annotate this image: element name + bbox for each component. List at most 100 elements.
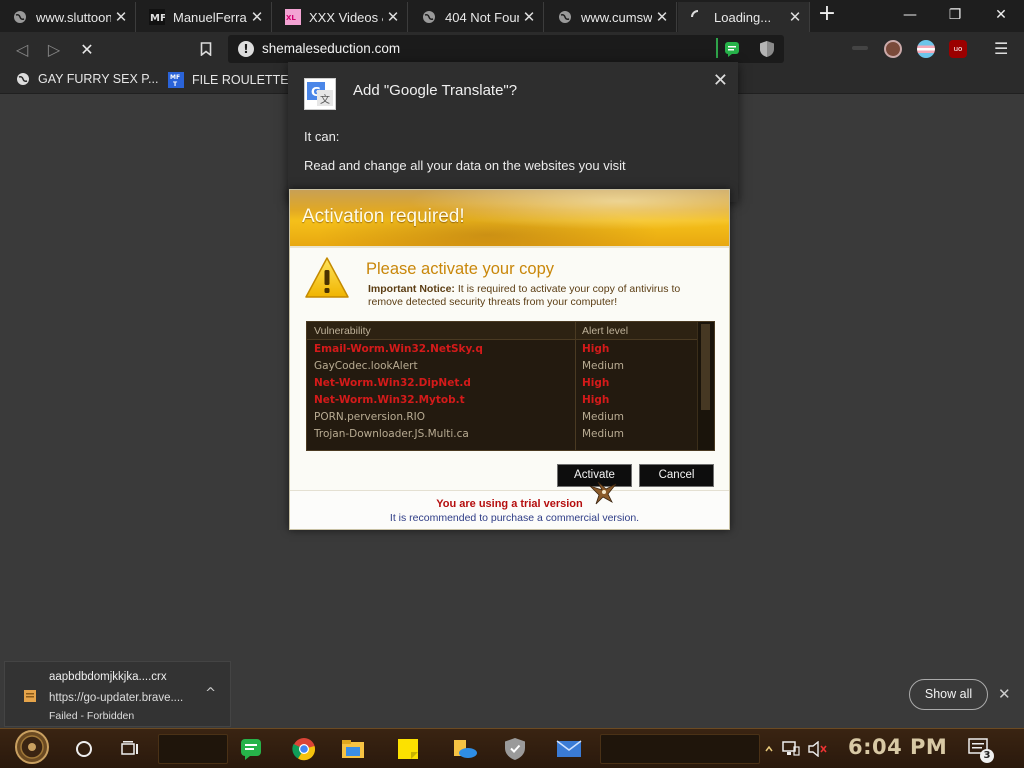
xlxx-favicon-icon: XL [285,9,301,25]
cancel-button[interactable]: Cancel [639,464,714,487]
onedrive-icon[interactable] [447,733,483,765]
bookmark-icon[interactable] [196,39,216,59]
restore-button[interactable]: ❐ [933,2,977,28]
tab-strip: www.sluttoons. ✕ MF ManuelFerrara ✕ XL X… [0,0,1024,32]
windows-security-icon[interactable] [497,733,533,765]
download-filename: aapbdbdomjkkjka....crx [49,671,167,683]
bookmark-label: GAY FURRY SEX P... [38,72,159,86]
ublock-icon[interactable]: uo [949,40,967,58]
download-item[interactable]: aapbdbdomjkkjka....crx https://go-update… [4,661,231,727]
new-tab-button[interactable]: + [816,3,838,26]
vulnerability-name: Trojan-Downloader.JS.Multi.ca [314,428,469,440]
permission-item: Read and change all your data on the web… [304,158,626,173]
loading-spinner-icon [690,9,706,25]
volume-muted-icon[interactable] [806,733,830,765]
forward-button[interactable]: ▷ [44,39,64,59]
close-download-shelf-button[interactable]: ✕ [998,685,1011,703]
tab-title: 404 Not Foun [445,9,519,25]
show-all-button[interactable]: Show all [909,679,988,710]
chat-app-icon[interactable] [233,733,269,765]
column-header-vulnerability: Vulnerability [314,325,371,337]
alert-level: Medium [582,360,624,372]
tab-title: ManuelFerrara [173,9,247,25]
download-status: Failed - Forbidden [49,710,135,722]
stop-button[interactable]: ✕ [77,39,97,59]
taskbar-clock[interactable]: 6:04 PM [848,735,947,759]
show-hidden-icons-icon[interactable] [762,733,776,765]
tab-title: www.sluttoons. [36,9,111,25]
chrome-icon[interactable] [286,733,322,765]
menu-icon[interactable]: ☰ [994,39,1008,59]
column-header-alert-level: Alert level [582,325,629,337]
shield-icon[interactable] [759,40,775,62]
taskbar-slot [600,734,760,764]
alert-level: High [582,377,610,389]
bookmark-file-roulette[interactable]: MF T FILE ROULETTE [168,72,289,88]
tab-2[interactable]: MF ManuelFerrara ✕ [137,2,272,32]
tab-4[interactable]: 404 Not Foun ✕ [409,2,544,32]
vulnerability-table: Vulnerability Alert level Email-Worm.Win… [306,321,715,451]
table-scrollbar[interactable] [697,322,714,450]
file-icon [23,688,37,702]
tab-title: XXX Videos & [309,9,383,25]
tab-close-button[interactable]: ✕ [247,8,267,26]
extension-icon[interactable] [852,46,868,50]
tab-close-button[interactable]: ✕ [652,8,672,26]
browser-toolbar: ◁ ▷ ✕ ! shemaleseduction.com uo ☰ [0,32,1024,66]
table-row: Net-Worm.Win32.DipNet.d High [307,375,697,392]
dialog-title: Add "Google Translate"? [353,82,518,99]
vulnerability-name: GayCodec.lookAlert [314,360,418,372]
tab-close-button[interactable]: ✕ [519,8,539,26]
site-info-icon[interactable]: ! [238,41,254,57]
tab-1[interactable]: www.sluttoons. ✕ [0,2,136,32]
tab-close-button[interactable]: ✕ [383,8,403,26]
scrollbar-thumb[interactable] [701,324,710,410]
bookmark-gay-furry[interactable]: GAY FURRY SEX P... [16,72,158,86]
action-center-icon[interactable]: 3 [966,733,994,765]
tab-close-button[interactable]: ✕ [111,8,131,26]
mail-icon[interactable] [551,733,587,765]
popup-footer: You are using a trial version It is reco… [290,490,729,529]
task-view-icon[interactable] [112,733,148,765]
tab-title: Loading... [714,9,772,25]
cortana-icon[interactable] [66,733,102,765]
alert-level: High [582,343,610,355]
alert-level: High [582,394,610,406]
taskbar-slot [158,734,228,764]
taskbar: 6:04 PM 3 [0,728,1024,768]
back-button[interactable]: ◁ [12,39,32,59]
mf-favicon-icon: MF [149,9,165,25]
google-translate-icon: G文 [304,78,336,110]
url-text: shemaleseduction.com [262,41,401,56]
alert-level: Medium [582,411,624,423]
file-explorer-icon[interactable] [335,733,371,765]
minimize-button[interactable]: — [888,2,932,28]
globe-icon [557,9,573,25]
important-notice: Important Notice: It is required to acti… [368,283,713,309]
tab-3[interactable]: XL XXX Videos & ✕ [273,2,408,32]
sticky-notes-icon[interactable] [390,733,426,765]
table-row: Net-Worm.Win32.Mytob.t High [307,392,697,409]
start-button-icon[interactable] [14,730,50,764]
tab-5[interactable]: www.cumswap. ✕ [545,2,677,32]
purchase-recommendation[interactable]: It is recommended to purchase a commerci… [290,512,739,524]
avatar-extension-icon[interactable] [884,40,902,58]
address-bar[interactable]: ! shemaleseduction.com [228,35,784,63]
chat-extension-icon[interactable] [724,41,740,61]
chevron-up-icon[interactable]: ^ [205,686,216,701]
dialog-close-button[interactable]: ✕ [713,70,728,91]
alert-level: Medium [582,428,624,440]
tab-6-active[interactable]: Loading... ✕ [678,2,810,32]
flag-extension-icon[interactable] [917,40,935,58]
globe-icon [12,9,28,25]
popup-heading: Please activate your copy [366,260,555,278]
eagle-cursor-icon [588,480,618,510]
file-roulette-icon: MF T [168,72,184,88]
network-icon[interactable] [779,733,803,765]
vulnerability-name: Net-Worm.Win32.Mytob.t [314,394,465,406]
divider [290,246,729,248]
table-row: Trojan-Downloader.JS.Multi.ca Medium [307,426,697,443]
tab-close-button[interactable]: ✕ [785,8,805,26]
window-close-button[interactable]: ✕ [979,2,1023,28]
notice-label: Important Notice: [368,283,455,295]
